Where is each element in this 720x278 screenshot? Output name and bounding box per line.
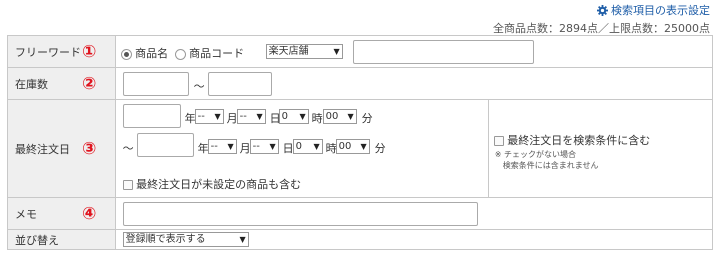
chevron-down-icon: ▼ xyxy=(313,142,320,151)
value-cell-stock: ～ xyxy=(114,67,714,100)
to-hour-value: 0 xyxy=(295,141,302,152)
step-number-2: ② xyxy=(82,73,97,94)
from-minute-label: 分 xyxy=(361,112,373,125)
freeword-label: フリーワード xyxy=(15,45,81,59)
label-cell-last-order: 最終注文日 ③ xyxy=(7,99,116,198)
sort-select-value: 登録順で表示する xyxy=(125,234,206,245)
radio-product-name-label: 商品名 xyxy=(135,47,169,60)
step-number-4: ④ xyxy=(82,203,97,224)
include-in-criteria-label: 最終注文日を検索条件に含む xyxy=(507,134,651,147)
radio-product-name-control[interactable] xyxy=(120,48,132,60)
from-minute-select[interactable]: 00 ▼ xyxy=(322,109,357,124)
value-cell-last-order-option: 最終注文日を検索条件に含む ※ チェックがない場合 検索条件には含まれません xyxy=(487,99,714,198)
stock-range-tilde: ～ xyxy=(193,80,205,93)
chevron-down-icon: ▼ xyxy=(214,112,221,121)
step-number-3: ③ xyxy=(82,138,97,159)
from-day-select[interactable]: -- ▼ xyxy=(236,109,266,124)
settings-link-label[interactable]: 検索項目の表示設定 xyxy=(611,2,710,18)
search-form-table: フリーワード ① 商品名 商品コード 楽天店舗 ▼ 在庫数 ② ～ 最終注文日 … xyxy=(7,35,714,250)
store-select[interactable]: 楽天店舗 ▼ xyxy=(265,44,343,59)
from-year-input[interactable] xyxy=(122,104,181,128)
step-number-1: ① xyxy=(82,41,97,62)
from-day-value: -- xyxy=(239,111,247,122)
row-sort: 並び替え 登録順で表示する ▼ xyxy=(7,229,714,250)
value-cell-memo xyxy=(114,197,714,230)
label-cell-memo: メモ ④ xyxy=(7,197,116,230)
stock-from-input[interactable] xyxy=(122,72,189,96)
keyword-input[interactable] xyxy=(352,40,534,64)
to-minute-select[interactable]: 00 ▼ xyxy=(335,139,370,154)
chevron-down-icon: ▼ xyxy=(333,47,340,56)
value-cell-sort: 登録順で表示する ▼ xyxy=(114,229,714,250)
include-in-criteria-box[interactable] xyxy=(493,136,504,146)
to-month-value: -- xyxy=(210,141,218,152)
to-day-select[interactable]: -- ▼ xyxy=(249,139,279,154)
include-unset-box[interactable] xyxy=(122,180,133,190)
chevron-down-icon: ▼ xyxy=(256,112,263,121)
sort-label: 並び替え xyxy=(15,233,59,247)
chevron-down-icon: ▼ xyxy=(239,235,246,244)
to-day-value: -- xyxy=(252,141,260,152)
label-cell-freeword: フリーワード ① xyxy=(7,35,116,68)
product-totals: 全商品点数：2894点／上限点数：25000点 xyxy=(493,22,710,35)
memo-input[interactable] xyxy=(122,202,478,226)
to-minute-label: 分 xyxy=(374,142,386,155)
date-range-tilde: ～ xyxy=(122,142,134,155)
chevron-down-icon: ▼ xyxy=(227,142,234,151)
to-month-select[interactable]: -- ▼ xyxy=(207,139,237,154)
radio-product-code-control[interactable] xyxy=(174,48,186,60)
radio-product-code-label: 商品コード xyxy=(189,47,245,60)
store-select-value: 楽天店舗 xyxy=(268,46,309,57)
value-cell-last-order: 年 -- ▼ 月 -- ▼ 日 0 ▼ 時 00 ▼ 分 ～ 年 -- ▼ 月 -- ▼ 日… xyxy=(114,99,489,198)
radio-product-name[interactable]: 商品名 xyxy=(120,45,169,61)
stock-label: 在庫数 xyxy=(15,77,48,91)
last-order-label: 最終注文日 xyxy=(15,142,70,156)
from-hour-value: 0 xyxy=(281,111,288,122)
gear-icon xyxy=(597,4,608,16)
criteria-note-line2: 検索条件には含まれません xyxy=(502,161,599,170)
memo-label: メモ xyxy=(15,207,37,221)
chevron-down-icon: ▼ xyxy=(360,142,367,151)
to-year-input[interactable] xyxy=(136,133,194,157)
to-minute-value: 00 xyxy=(338,141,352,152)
display-settings-link[interactable]: 検索項目の表示設定 xyxy=(597,2,710,18)
include-in-criteria-checkbox[interactable]: 最終注文日を検索条件に含む xyxy=(493,132,651,148)
radio-product-code[interactable]: 商品コード xyxy=(174,45,245,61)
from-month-select[interactable]: -- ▼ xyxy=(194,109,224,124)
row-stock: 在庫数 ② ～ xyxy=(7,67,714,100)
row-last-order: 最終注文日 ③ 年 -- ▼ 月 -- ▼ 日 0 ▼ 時 00 ▼ 分 ～ 年 -- ▼… xyxy=(7,99,714,198)
include-unset-label: 最終注文日が未設定の商品も含む xyxy=(136,178,302,191)
from-minute-value: 00 xyxy=(325,111,339,122)
row-memo: メモ ④ xyxy=(7,197,714,230)
from-hour-select[interactable]: 0 ▼ xyxy=(278,109,309,124)
sort-select[interactable]: 登録順で表示する ▼ xyxy=(122,232,249,247)
criteria-note-line1: ※ チェックがない場合 xyxy=(494,150,576,159)
stock-to-input[interactable] xyxy=(207,72,272,96)
label-cell-sort: 並び替え xyxy=(7,229,116,250)
label-cell-stock: 在庫数 ② xyxy=(7,67,116,100)
from-month-value: -- xyxy=(197,111,205,122)
chevron-down-icon: ▼ xyxy=(299,112,306,121)
chevron-down-icon: ▼ xyxy=(347,112,354,121)
value-cell-freeword: 商品名 商品コード 楽天店舗 ▼ xyxy=(114,35,714,68)
chevron-down-icon: ▼ xyxy=(269,142,276,151)
criteria-note: ※ チェックがない場合 検索条件には含まれません xyxy=(495,149,599,171)
from-hour-label: 時 xyxy=(311,112,323,125)
to-hour-select[interactable]: 0 ▼ xyxy=(292,139,323,154)
include-unset-checkbox[interactable]: 最終注文日が未設定の商品も含む xyxy=(122,176,302,192)
row-freeword: フリーワード ① 商品名 商品コード 楽天店舗 ▼ xyxy=(7,35,714,68)
